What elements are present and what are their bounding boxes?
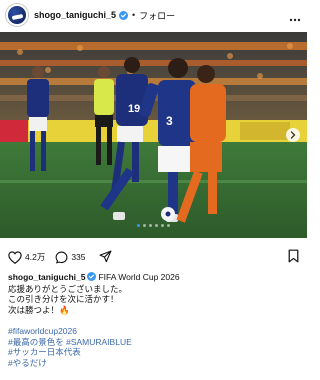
post-header: shogo_taniguchi_5 • フォロー: [0, 0, 307, 30]
jersey-number-3: 3: [166, 114, 173, 128]
carousel-dot: [167, 224, 170, 227]
comment-count: 335: [71, 252, 86, 262]
more-options-icon[interactable]: [289, 9, 301, 27]
hashtag-link[interactable]: #最高の景色を #SAMURAIBLUE: [8, 337, 300, 348]
chevron-right-icon: [290, 131, 296, 139]
carousel-dot: [161, 224, 164, 227]
post-image[interactable]: 19 3: [0, 32, 307, 238]
verified-badge-icon: [87, 272, 97, 284]
caption-line: 次は勝つよ！🔥: [8, 304, 70, 315]
bookmark-icon: [288, 249, 299, 263]
carousel-dot: [155, 224, 158, 227]
save-button[interactable]: [288, 249, 299, 268]
carousel-dot: [137, 224, 140, 227]
post-caption: shogo_taniguchi_5 FIFA World Cup 2026 応援あ…: [8, 272, 300, 368]
comment-icon: [55, 251, 68, 263]
comment-button[interactable]: 335: [55, 251, 86, 264]
separator: •: [132, 10, 136, 20]
carousel-indicator: [0, 224, 307, 227]
follow-button[interactable]: フォロー: [139, 9, 175, 22]
like-button[interactable]: 4.2万: [8, 250, 46, 264]
caption-username[interactable]: shogo_taniguchi_5: [8, 272, 85, 282]
action-bar: 4.2万 335: [8, 249, 86, 265]
caption-title: FIFA World Cup 2026: [98, 272, 180, 282]
hashtag-link[interactable]: #fifaworldcup2026: [8, 326, 300, 337]
caption-line: この引き分けを次に活かす！: [8, 294, 119, 305]
share-button[interactable]: [99, 250, 112, 268]
heart-icon: [8, 250, 22, 264]
carousel-dot: [149, 224, 152, 227]
verified-badge-icon: [119, 10, 129, 20]
avatar[interactable]: [6, 4, 28, 26]
send-icon: [99, 250, 112, 263]
caption-line: 応援ありがとうございました。: [8, 283, 128, 294]
hashtag-link[interactable]: #サッカー日本代表: [8, 347, 300, 358]
match-photo: 19 3: [0, 32, 307, 238]
next-slide-button[interactable]: [286, 128, 300, 142]
jersey-number-19: 19: [128, 103, 140, 115]
carousel-dot: [143, 224, 146, 227]
like-count: 4.2万: [25, 252, 46, 262]
caption-header: shogo_taniguchi_5 FIFA World Cup 2026: [8, 272, 300, 284]
username[interactable]: shogo_taniguchi_5: [34, 10, 116, 20]
hashtag-link[interactable]: #やるだけ: [8, 358, 300, 369]
